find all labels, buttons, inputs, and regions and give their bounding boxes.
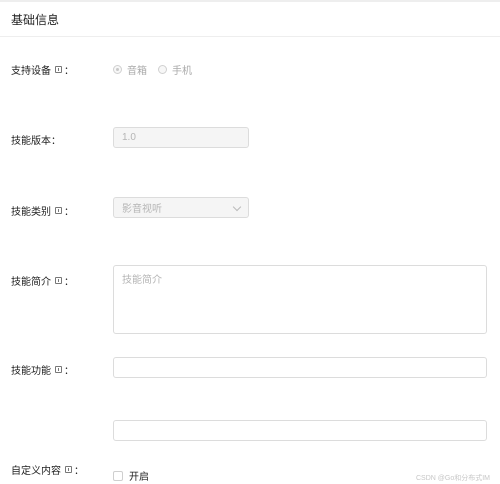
checkbox-label: 开启 xyxy=(129,472,149,483)
section-header: 基础信息 xyxy=(0,2,500,37)
info-icon[interactable] xyxy=(55,366,62,373)
category-colon: ： xyxy=(64,207,74,218)
version-input[interactable]: 1.0 xyxy=(113,127,249,148)
section-title: 基础信息 xyxy=(11,13,60,27)
custom-label-text: 自定义内容 xyxy=(11,466,61,477)
field-label-intro: 技能简介 ： xyxy=(11,273,74,288)
info-icon[interactable] xyxy=(55,277,62,284)
category-value: 影音视听 xyxy=(122,204,162,215)
features-colon: ： xyxy=(64,366,74,377)
radio-option-speaker[interactable]: 音箱 xyxy=(113,62,147,77)
radio-option-phone[interactable]: 手机 xyxy=(158,62,192,77)
radio-checked-icon[interactable] xyxy=(113,65,122,74)
checkbox-icon[interactable] xyxy=(113,470,123,481)
watermark: CSDN @Go和分布式IM xyxy=(416,475,490,482)
devices-label-text: 支持设备 xyxy=(11,66,51,77)
field-label-category: 技能类别 ： xyxy=(11,203,74,218)
info-icon[interactable] xyxy=(55,66,62,73)
category-select[interactable]: 影音视听 xyxy=(113,197,249,218)
feature-input-2[interactable] xyxy=(113,420,487,441)
version-value: 1.0 xyxy=(122,132,136,143)
radio-option-label: 音箱 xyxy=(127,66,147,77)
category-label-text: 技能类别 xyxy=(11,207,51,218)
intro-label-text: 技能简介 xyxy=(11,277,51,288)
custom-enable-checkbox[interactable]: 开启 xyxy=(113,468,149,483)
field-label-version: 技能版本 ： xyxy=(11,132,61,147)
intro-colon: ： xyxy=(64,277,74,288)
intro-placeholder: 技能简介 xyxy=(122,275,162,286)
devices-colon: ： xyxy=(64,66,74,77)
field-label-features: 技能功能 ： xyxy=(11,362,74,377)
version-label-text: 技能版本 xyxy=(11,136,51,147)
features-label-text: 技能功能 xyxy=(11,366,51,377)
info-icon[interactable] xyxy=(65,466,72,473)
feature-input-1[interactable] xyxy=(113,357,487,378)
radio-unchecked-icon[interactable] xyxy=(158,65,167,74)
version-colon: ： xyxy=(51,136,61,147)
intro-textarea[interactable]: 技能简介 xyxy=(113,265,487,334)
custom-colon: ： xyxy=(74,466,84,477)
field-label-devices: 支持设备 ： xyxy=(11,62,74,77)
chevron-down-icon xyxy=(232,202,242,212)
device-radio-group: 音箱 手机 xyxy=(113,62,192,77)
info-icon[interactable] xyxy=(55,207,62,214)
radio-option-label: 手机 xyxy=(172,66,192,77)
field-label-custom: 自定义内容 ： xyxy=(11,462,84,477)
